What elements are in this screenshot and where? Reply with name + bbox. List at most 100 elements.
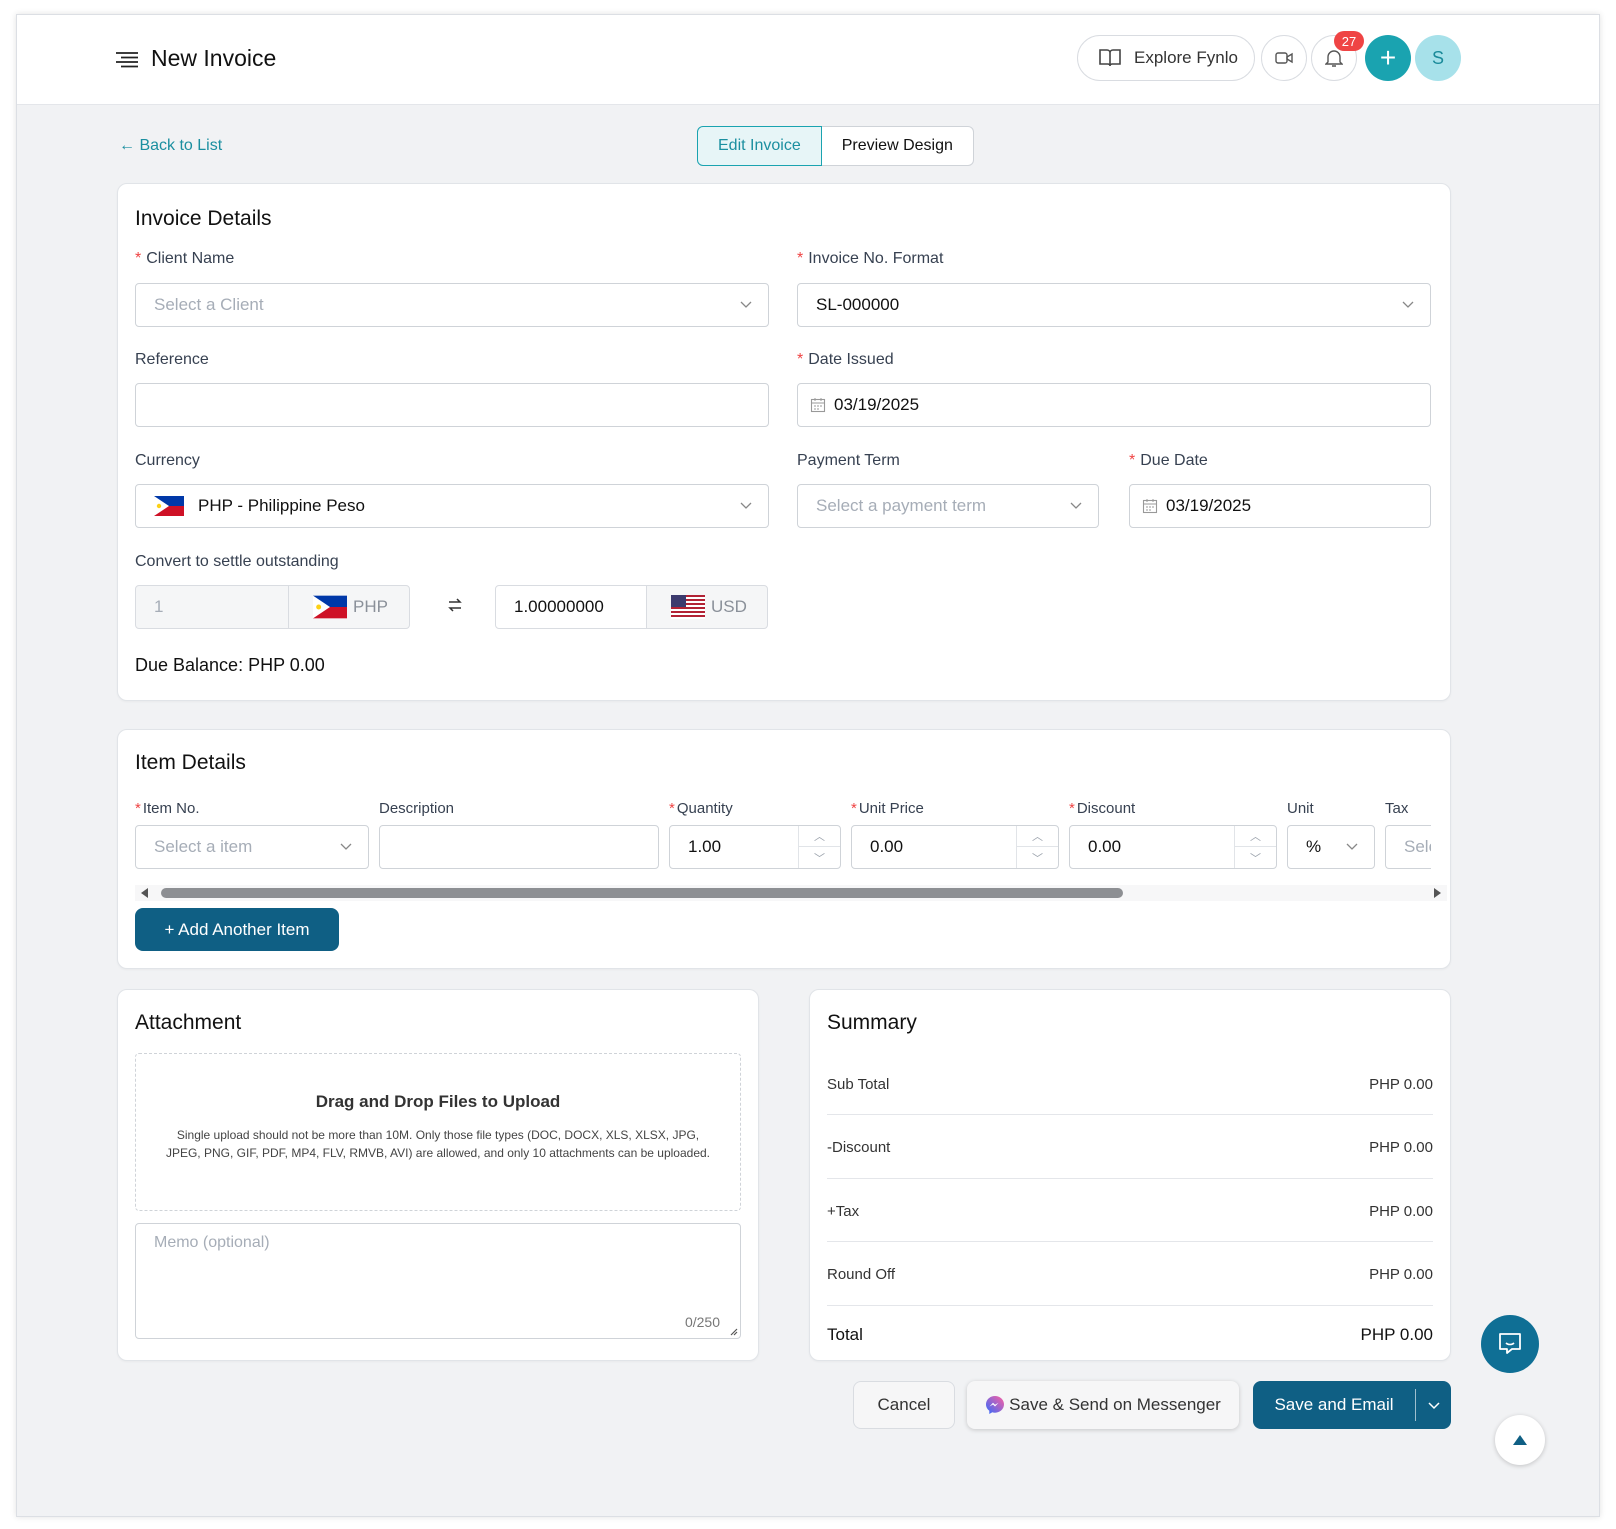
bell-icon xyxy=(1325,50,1343,67)
scrollbar-thumb[interactable] xyxy=(161,888,1123,898)
explore-label: Explore Fynlo xyxy=(1134,48,1238,67)
convert-from-amount-input[interactable]: 1 xyxy=(135,585,289,629)
quantity-stepper[interactable]: 1.00 ︿ ﹀ xyxy=(669,825,841,869)
dropzone-title: Drag and Drop Files to Upload xyxy=(315,1092,561,1111)
chat-icon xyxy=(1499,1333,1521,1354)
due-date-label: * Due Date xyxy=(1129,452,1208,469)
discount-stepper[interactable]: 0.00 ︿ ﹀ xyxy=(1069,825,1277,869)
book-icon xyxy=(1099,49,1121,67)
currency-label: Currency xyxy=(135,452,200,469)
summary-row-round-off: Round Off PHP 0.00 xyxy=(827,1266,1433,1283)
reference-input[interactable] xyxy=(135,383,769,427)
col-quantity: * Quantity xyxy=(669,800,733,817)
view-toggle: Edit Invoice Preview Design xyxy=(697,126,974,166)
col-tax: Tax xyxy=(1385,800,1409,817)
convert-from-currency: PHP xyxy=(288,585,410,629)
reference-label: Reference xyxy=(135,351,209,368)
memo-char-count: 0/250 xyxy=(684,1314,720,1330)
summary-row-total: Total PHP 0.00 xyxy=(827,1325,1433,1344)
required-marker: * xyxy=(135,250,142,267)
calendar-icon xyxy=(1142,499,1158,514)
back-to-list-link[interactable]: ← Back to List xyxy=(119,137,222,155)
horizontal-scrollbar[interactable] xyxy=(135,885,1447,901)
description-input[interactable] xyxy=(379,825,659,869)
chevron-down-icon xyxy=(740,301,752,308)
add-another-item-button[interactable]: + Add Another Item xyxy=(135,908,339,951)
explore-button[interactable]: Explore Fynlo xyxy=(1077,35,1255,81)
unit-price-stepper[interactable]: 0.00 ︿ ﹀ xyxy=(851,825,1059,869)
required-marker: * xyxy=(797,351,804,368)
memo-placeholder: Memo (optional) xyxy=(154,1234,270,1251)
item-details-title: Item Details xyxy=(135,751,246,774)
attachment-title: Attachment xyxy=(135,1011,242,1034)
philippines-flag-icon xyxy=(313,595,347,619)
decrement-icon[interactable]: ﹀ xyxy=(799,847,840,868)
summary-row-discount: -Discount PHP 0.00 xyxy=(827,1139,1433,1156)
client-name-label: * Client Name xyxy=(135,250,235,267)
app-window: New Invoice Explore Fynlo 27 + S ← Back … xyxy=(16,14,1600,1517)
menu-icon[interactable] xyxy=(115,51,139,69)
page-title: New Invoice xyxy=(151,45,277,71)
convert-rate-input[interactable]: 1.00000000 xyxy=(495,585,647,629)
divider xyxy=(827,1178,1433,1179)
divider xyxy=(827,1114,1433,1115)
currency-select[interactable]: PHP - Philippine Peso xyxy=(135,484,769,528)
col-description: Description xyxy=(379,800,455,817)
date-issued-input[interactable]: 03/19/2025 xyxy=(797,383,1431,427)
chevron-down-icon xyxy=(1427,1402,1440,1410)
required-marker: * xyxy=(1129,452,1136,469)
chevron-down-icon xyxy=(1402,301,1414,308)
chevron-down-icon xyxy=(340,843,352,850)
add-new-button[interactable]: + xyxy=(1365,35,1411,81)
chevron-down-icon xyxy=(1070,502,1082,509)
tab-edit-invoice[interactable]: Edit Invoice xyxy=(697,126,822,166)
required-marker: * xyxy=(797,250,804,267)
date-issued-label: * Date Issued xyxy=(797,351,894,368)
usa-flag-icon xyxy=(671,595,705,619)
memo-textarea[interactable]: Memo (optional) 0/250 xyxy=(135,1223,741,1339)
invoice-no-format-select[interactable]: SL-000000 xyxy=(797,283,1431,327)
col-item-no: * Item No. xyxy=(135,800,200,817)
save-and-email-button[interactable]: Save and Email xyxy=(1253,1381,1451,1429)
file-dropzone[interactable]: Drag and Drop Files to Upload Single upl… xyxy=(135,1053,741,1211)
calendar-icon xyxy=(810,398,826,413)
cancel-button[interactable]: Cancel xyxy=(853,1381,955,1429)
scroll-to-top-button[interactable] xyxy=(1495,1415,1545,1465)
due-date-input[interactable]: 03/19/2025 xyxy=(1129,484,1431,528)
video-button[interactable] xyxy=(1261,35,1307,81)
chat-support-button[interactable] xyxy=(1481,1315,1539,1373)
item-select[interactable]: Select a item xyxy=(135,825,369,869)
tax-select[interactable]: Sele xyxy=(1385,825,1431,869)
required-marker: * xyxy=(851,800,857,817)
summary-row-subtotal: Sub Total PHP 0.00 xyxy=(827,1076,1433,1093)
save-options-dropdown[interactable] xyxy=(1416,1399,1451,1411)
col-unit-price: * Unit Price xyxy=(851,800,924,817)
scroll-right-icon[interactable] xyxy=(1433,888,1441,898)
invoice-details-title: Invoice Details xyxy=(135,207,272,230)
top-bar: New Invoice Explore Fynlo 27 + S xyxy=(17,15,1599,105)
video-icon xyxy=(1275,52,1293,64)
invoice-no-format-label: * Invoice No. Format xyxy=(797,250,944,267)
stepper-controls: ︿ ﹀ xyxy=(1016,826,1058,868)
convert-to-currency: USD xyxy=(646,585,768,629)
payment-term-select[interactable]: Select a payment term xyxy=(797,484,1099,528)
increment-icon[interactable]: ︿ xyxy=(1017,826,1058,847)
arrow-up-icon xyxy=(1513,1435,1527,1445)
unit-select[interactable]: % xyxy=(1287,825,1375,869)
stepper-controls: ︿ ﹀ xyxy=(1234,826,1276,868)
scroll-left-icon[interactable] xyxy=(141,888,149,898)
decrement-icon[interactable]: ﹀ xyxy=(1017,847,1058,868)
increment-icon[interactable]: ︿ xyxy=(1235,826,1276,847)
divider xyxy=(827,1241,1433,1242)
summary-row-tax: +Tax PHP 0.00 xyxy=(827,1203,1433,1220)
tab-preview-design[interactable]: Preview Design xyxy=(821,126,974,166)
swap-icon[interactable] xyxy=(447,597,463,613)
decrement-icon[interactable]: ﹀ xyxy=(1235,847,1276,868)
resize-handle-icon[interactable] xyxy=(728,1326,738,1336)
save-send-messenger-button[interactable]: Save & Send on Messenger xyxy=(967,1381,1239,1429)
client-select[interactable]: Select a Client xyxy=(135,283,769,327)
increment-icon[interactable]: ︿ xyxy=(799,826,840,847)
chevron-down-icon xyxy=(740,502,752,509)
philippines-flag-icon xyxy=(154,496,184,516)
avatar[interactable]: S xyxy=(1415,35,1461,81)
